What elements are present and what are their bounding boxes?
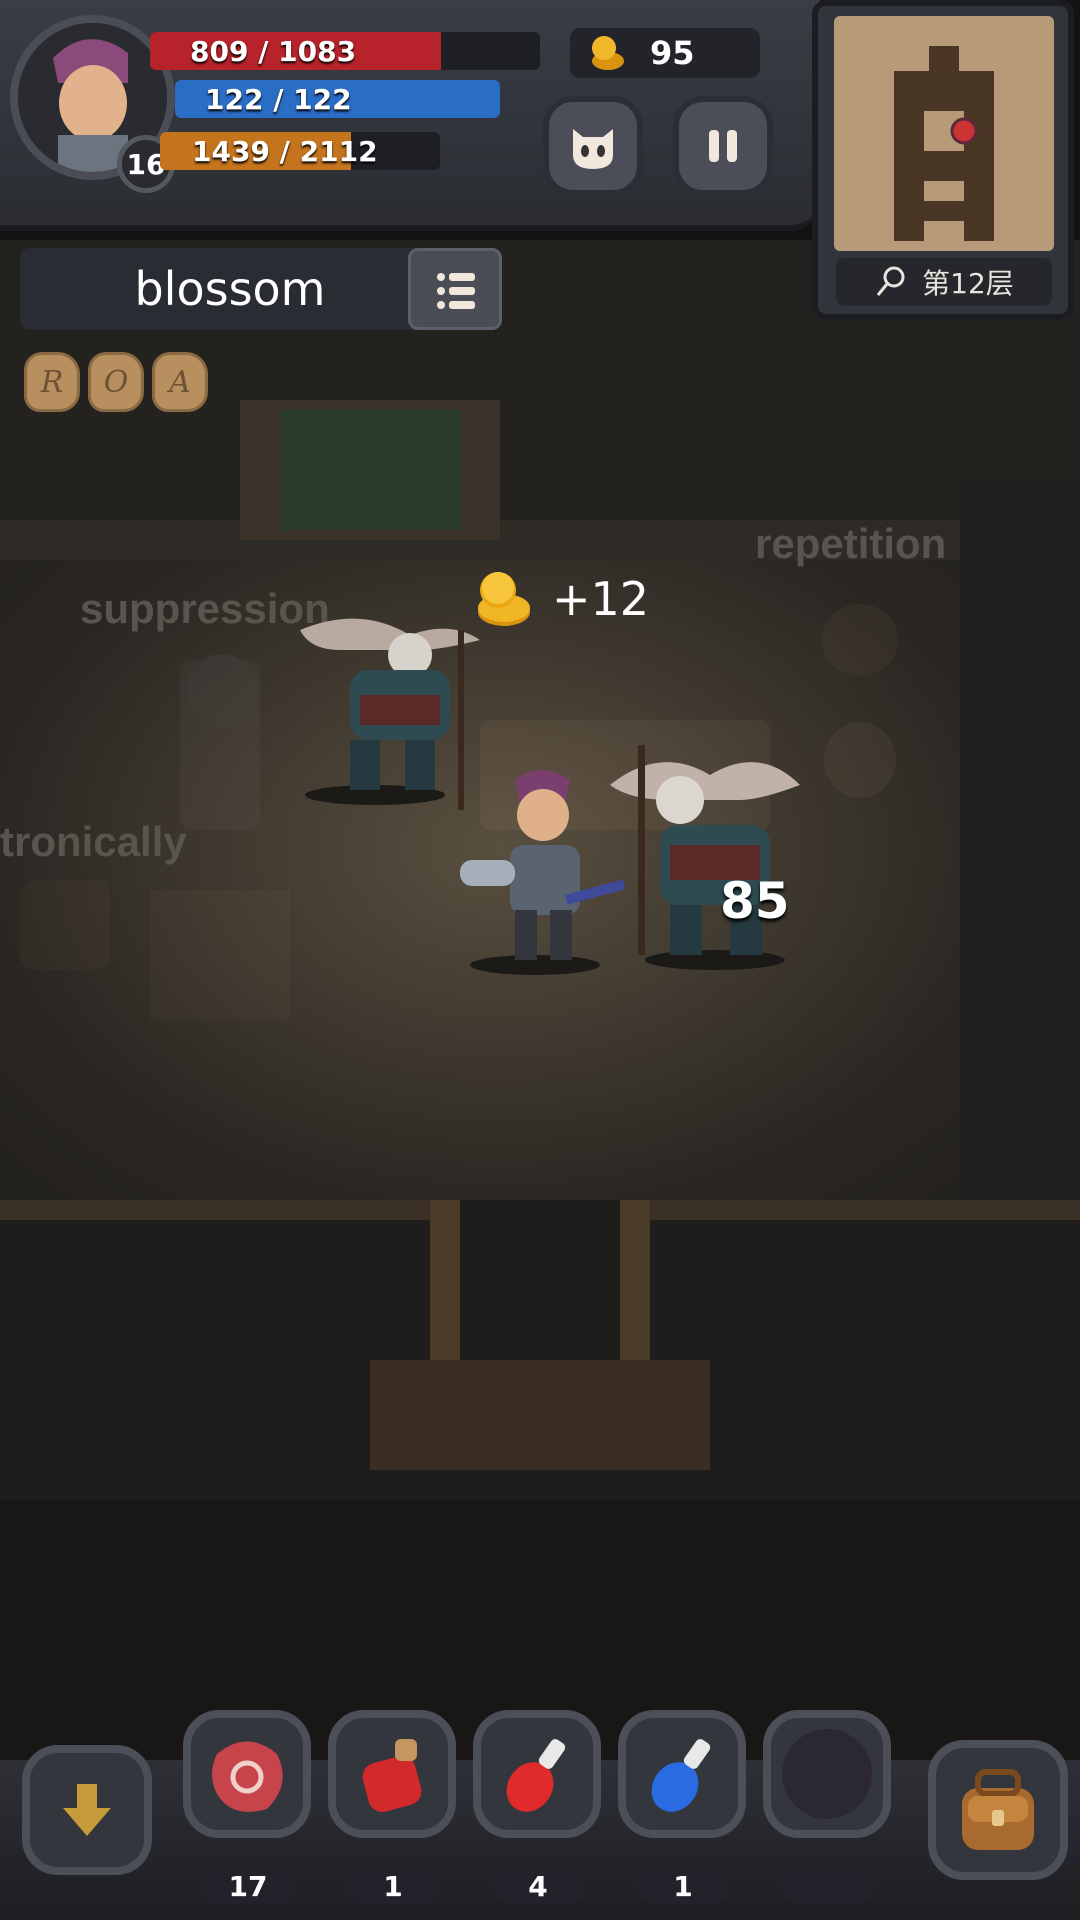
game-scene: repetition suppression tronically +12 85…: [0, 0, 1080, 1920]
minimap-layout: [894, 46, 994, 241]
slot-count: 1: [635, 1868, 731, 1904]
rune-letter[interactable]: R: [24, 352, 80, 412]
slot-count: 1: [345, 1868, 441, 1904]
floating-word-tronically: tronically: [0, 818, 187, 865]
inventory-slot-red-potion[interactable]: [473, 1710, 601, 1838]
inventory-slot-large-red-potion[interactable]: [328, 1710, 456, 1838]
slot-count: [780, 1868, 876, 1904]
gold-counter: 95: [570, 28, 760, 78]
red-potion-icon: [506, 1739, 566, 1812]
gold-coin-icon: [478, 572, 530, 626]
floating-word-repetition: repetition: [755, 520, 947, 567]
floor-label-text: 第12层: [922, 267, 1014, 300]
gold-amount: 95: [650, 34, 695, 72]
word-list-button[interactable]: [408, 248, 502, 330]
list-icon: [437, 273, 475, 309]
rune-letter[interactable]: A: [152, 352, 208, 412]
meat-icon: [212, 1741, 283, 1812]
mp-bar: 122 / 122: [175, 80, 500, 118]
ghost-face-icon: [573, 129, 613, 169]
search-icon: [877, 266, 905, 296]
empty-slot-icon: [782, 1729, 872, 1819]
inventory-slot-empty[interactable]: [763, 1710, 891, 1838]
large-red-potion-icon: [362, 1739, 422, 1812]
inventory-slot-blue-potion[interactable]: [618, 1710, 746, 1838]
minimap[interactable]: [834, 16, 1054, 251]
hp-bar: 809 / 1083: [150, 32, 540, 70]
coin-gain-amount: +12: [552, 572, 650, 626]
skeleton-shaman-enemy-target[interactable]: [600, 745, 830, 975]
slot-count: 4: [490, 1868, 586, 1904]
pause-button[interactable]: [673, 96, 773, 196]
inventory-slot-meat[interactable]: [183, 1710, 311, 1838]
backpack-button[interactable]: [928, 1740, 1068, 1880]
arrow-down-icon: [63, 1784, 111, 1836]
descend-button[interactable]: [22, 1745, 152, 1875]
xp-text: 1439 / 2112: [192, 134, 378, 168]
damage-number: 85: [720, 872, 790, 930]
rune-letter[interactable]: O: [88, 352, 144, 412]
pause-icon: [709, 130, 737, 162]
character-button[interactable]: [543, 96, 643, 196]
blue-potion-icon: [651, 1739, 711, 1812]
gold-coin-icon: [592, 36, 624, 70]
hp-text: 809 / 1083: [190, 34, 357, 68]
backpack-icon: [962, 1769, 1034, 1850]
coin-gain-popup: +12: [470, 568, 649, 630]
target-word: blossom: [134, 262, 326, 316]
xp-bar: 1439 / 2112: [160, 132, 440, 170]
minimap-panel[interactable]: 第12层: [812, 0, 1074, 320]
slot-count: 17: [200, 1868, 296, 1904]
mp-text: 122 / 122: [205, 82, 352, 116]
floor-indicator: 第12层: [836, 258, 1052, 306]
